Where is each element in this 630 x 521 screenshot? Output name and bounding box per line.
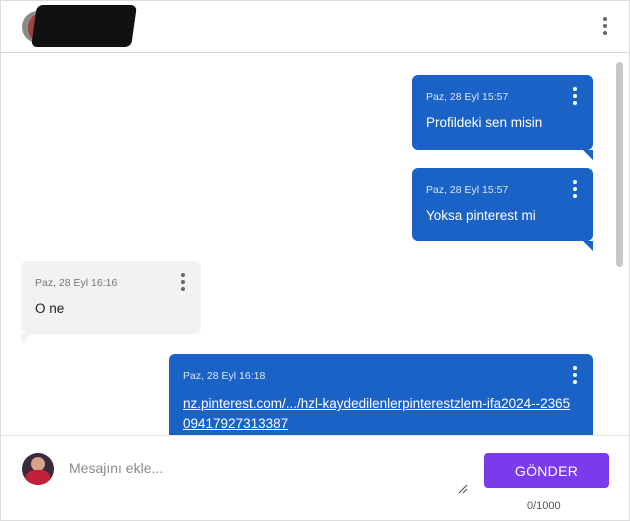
message-text: Profildeki sen misin [426, 115, 543, 130]
message-more-vertical-icon[interactable] [572, 180, 578, 198]
message-timestamp: Paz, 28 Eyl 15:57 [426, 91, 509, 103]
message-more-vertical-icon[interactable] [572, 366, 578, 384]
message-bubble-outgoing: Paz, 28 Eyl 16:18 nz.pinterest.com/.../h… [169, 354, 593, 435]
contact-name-redacted [31, 5, 137, 47]
message-scrollbar[interactable] [613, 58, 625, 433]
chat-window: Paz, 28 Eyl 15:57 Profildeki sen misin P… [0, 0, 630, 521]
header-more-vertical-icon[interactable] [602, 17, 608, 35]
message-more-vertical-icon[interactable] [180, 273, 186, 291]
message-bubble-incoming: Paz, 28 Eyl 16:16 O ne [21, 261, 201, 334]
my-avatar [22, 453, 54, 485]
message-input[interactable] [69, 456, 469, 502]
bubble-tail [583, 241, 593, 251]
message-text: Yoksa pinterest mi [426, 208, 536, 223]
chat-header [1, 1, 629, 53]
message-bubble-outgoing: Paz, 28 Eyl 15:57 Profildeki sen misin [412, 75, 593, 150]
message-list: Paz, 28 Eyl 15:57 Profildeki sen misin P… [1, 53, 629, 435]
message-timestamp: Paz, 28 Eyl 16:18 [183, 370, 266, 382]
message-link[interactable]: nz.pinterest.com/.../hzl-kaydedilenlerpi… [183, 394, 573, 434]
bubble-tail [21, 334, 31, 344]
message-composer: GÖNDER 0/1000 [1, 435, 629, 520]
message-timestamp: Paz, 28 Eyl 16:16 [35, 277, 118, 289]
message-timestamp: Paz, 28 Eyl 15:57 [426, 184, 509, 196]
message-text: O ne [35, 301, 65, 316]
send-button[interactable]: GÖNDER [484, 453, 609, 488]
bubble-tail [583, 150, 593, 160]
resize-handle-icon[interactable] [458, 484, 468, 494]
message-bubble-outgoing: Paz, 28 Eyl 15:57 Yoksa pinterest mi [412, 168, 593, 241]
scrollbar-thumb[interactable] [616, 62, 623, 267]
message-more-vertical-icon[interactable] [572, 87, 578, 105]
character-counter: 0/1000 [527, 500, 561, 512]
